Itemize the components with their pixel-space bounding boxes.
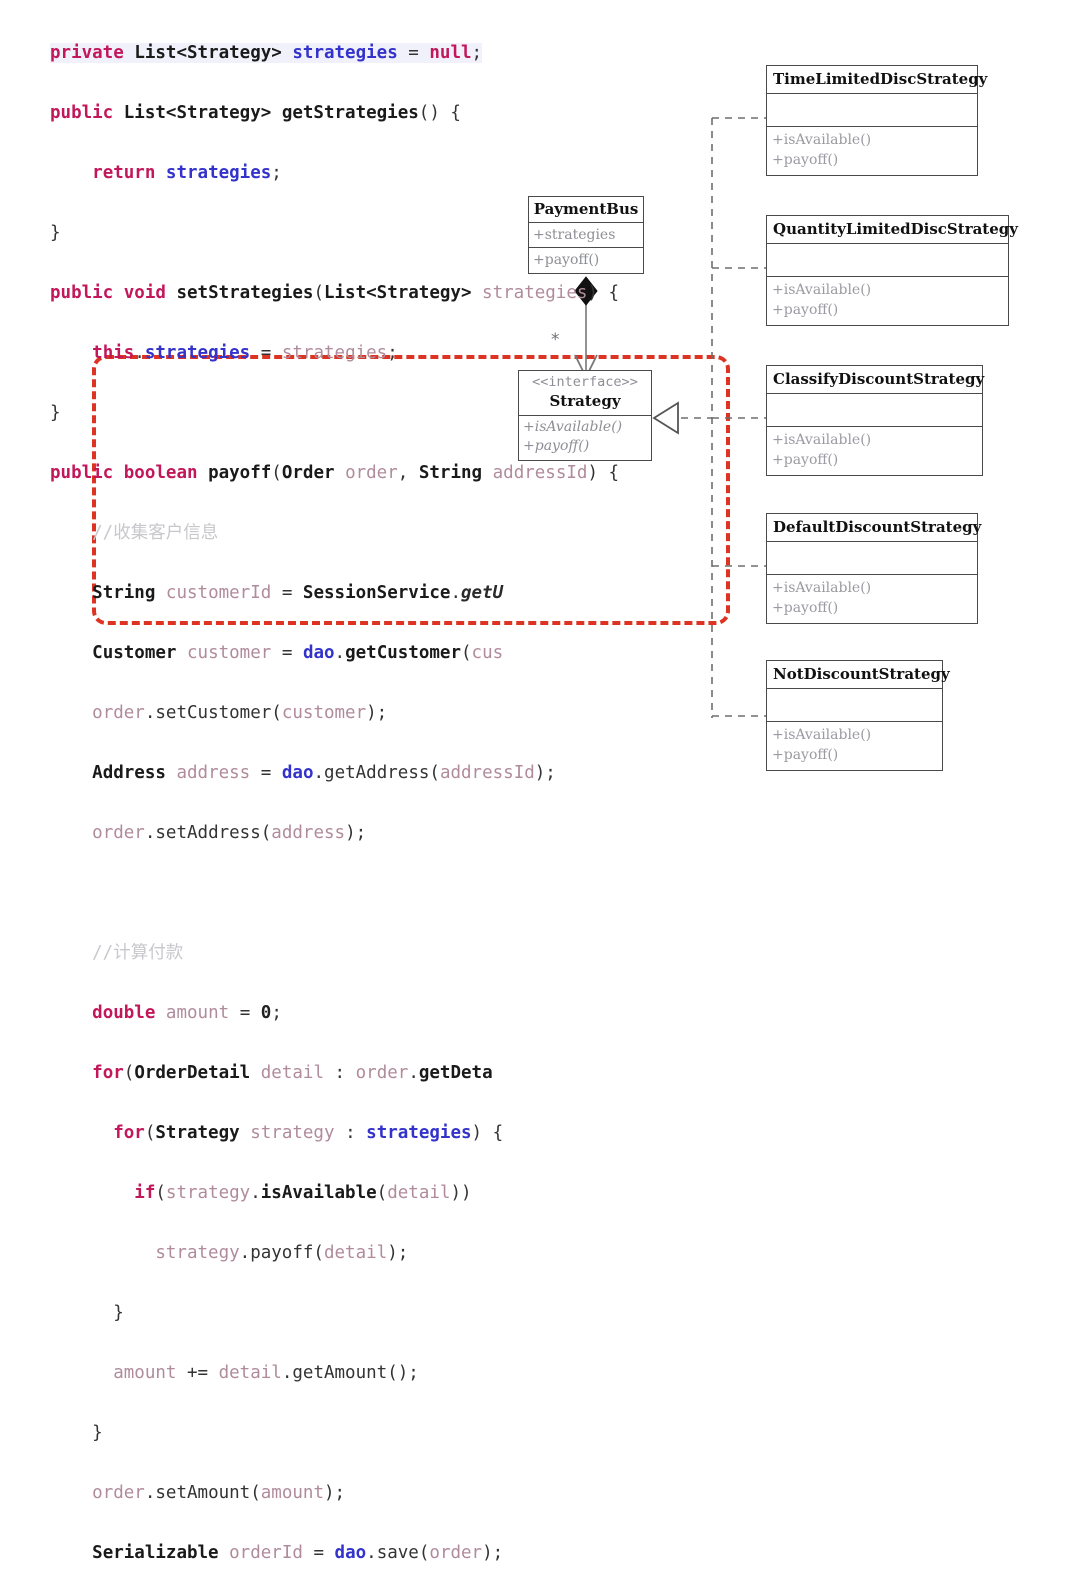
code-line: Serializable orderId = dao.save(order); <box>92 1543 504 1563</box>
code-line: } <box>92 1423 103 1443</box>
code-line: amount += detail.getAmount(); <box>113 1363 419 1383</box>
code-line: strategy.payoff(detail); <box>155 1243 409 1263</box>
code-line: if(strategy.isAvailable(detail)) <box>134 1183 472 1203</box>
code-line: double amount = 0; <box>92 1003 282 1023</box>
code-line: for(Strategy strategy : strategies) { <box>113 1123 504 1143</box>
code-line: order.setAddress(address); <box>92 823 367 843</box>
code-line: } <box>113 1303 124 1323</box>
code-line: order.setAmount(amount); <box>92 1483 346 1503</box>
uml-realization-arrow <box>652 401 679 435</box>
code-line: for(OrderDetail detail : order.getDeta <box>92 1063 493 1083</box>
slide-canvas: * private List<Strategy> strategies = nu… <box>0 0 1080 1563</box>
code-comment: //计算付款 <box>50 943 184 963</box>
